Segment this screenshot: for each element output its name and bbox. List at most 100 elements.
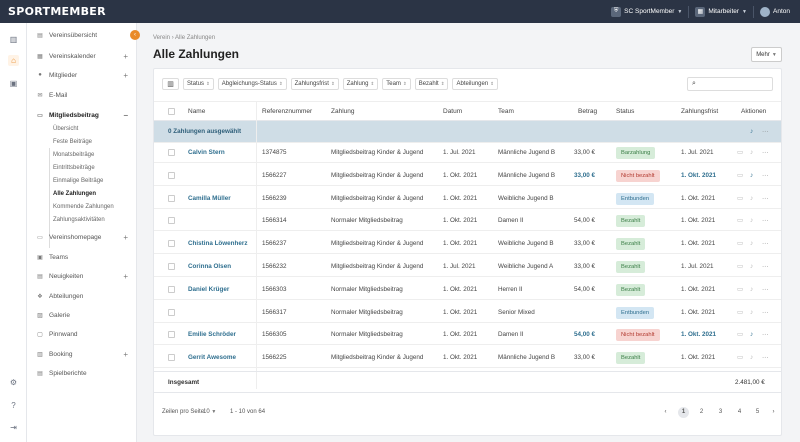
row-checkbox[interactable]	[168, 354, 175, 362]
col-name[interactable]: Name	[188, 102, 205, 122]
filter-team[interactable]: Team ⇕	[382, 78, 411, 90]
plus-icon[interactable]: +	[123, 233, 128, 242]
breadcrumb-verein[interactable]: Verein	[153, 35, 170, 41]
sidebar-item-neuigkeiten[interactable]: ▤ Neuigkeiten +	[27, 270, 137, 282]
paid-toggle-icon[interactable]: ▭	[737, 234, 743, 254]
app-logo[interactable]: SPORTMEMBER	[8, 5, 106, 18]
table-row[interactable]: Camilla Müller 1566239 Mitgliedsbeitrag Ki…	[154, 189, 781, 209]
sidebar-item-email[interactable]: ✉ E-Mail	[27, 89, 137, 101]
subnav-item-zahlungsaktivitaeten[interactable]: Zahlungsaktivitäten	[53, 217, 105, 223]
collapse-sidebar-button[interactable]: ‹	[130, 30, 140, 40]
bell-icon[interactable]: ♪	[750, 166, 753, 186]
sidebar-item-mitgliedsbeitrag[interactable]: ▭ Mitgliedsbeitrag −	[27, 109, 137, 121]
more-dots-icon[interactable]: ···	[762, 143, 769, 163]
help-icon[interactable]: ?	[8, 400, 19, 411]
paid-toggle-icon[interactable]: ▭	[737, 257, 743, 277]
table-row[interactable]: Chistina Löwenherz 1566237 Mitgliedsbeitra…	[154, 234, 781, 255]
more-dots-icon[interactable]: ···	[762, 257, 769, 277]
row-checkbox[interactable]	[168, 308, 175, 316]
filter-status[interactable]: Status ⇕	[183, 78, 214, 90]
minus-icon[interactable]: −	[123, 111, 128, 120]
more-dots-icon[interactable]: ···	[762, 121, 769, 143]
paid-toggle-icon[interactable]: ▭	[737, 143, 743, 163]
table-row[interactable]: Corinna Olsen 1566232 Mitgliedsbeitrag Kin…	[154, 257, 781, 277]
row-name[interactable]: Daniel Krüger	[188, 280, 229, 300]
more-dots-icon[interactable]: ···	[762, 325, 769, 345]
more-dots-icon[interactable]: ···	[762, 234, 769, 254]
sidebar-item-galerie[interactable]: ▨ Galerie	[27, 309, 137, 321]
filter-abgleichungs-status[interactable]: Abgleichungs-Status ⇕	[217, 78, 287, 90]
row-name[interactable]: Camilla Müller	[188, 189, 231, 209]
plus-icon[interactable]: +	[123, 71, 128, 80]
row-checkbox[interactable]	[168, 331, 175, 339]
row-checkbox[interactable]	[168, 217, 175, 225]
table-row[interactable]: 1566227 Mitgliedsbeitrag Kinder & Jugend 1…	[154, 166, 781, 186]
gear-icon[interactable]: ⚙	[8, 377, 19, 388]
more-dots-icon[interactable]: ···	[762, 280, 769, 300]
paid-toggle-icon[interactable]: ▭	[737, 303, 743, 323]
page-button-1[interactable]: 1	[678, 407, 689, 418]
plus-icon[interactable]: +	[123, 52, 128, 61]
row-checkbox[interactable]	[168, 171, 175, 179]
subnav-item-kommende-zahlungen[interactable]: Kommende Zahlungen	[53, 204, 114, 210]
row-checkbox[interactable]	[168, 263, 175, 270]
col-date[interactable]: Datum	[443, 102, 462, 122]
subnav-item-feste-beitraege[interactable]: Feste Beiträge	[53, 139, 92, 145]
col-ref[interactable]: Referenznummer	[262, 102, 312, 122]
table-row[interactable]: Emilie Schröder 1566305 Normaler Mitglieds…	[154, 325, 781, 346]
col-status[interactable]: Status	[616, 102, 634, 122]
paid-toggle-icon[interactable]: ▭	[737, 211, 743, 231]
sidebar-item-vereinshomepage[interactable]: ▭ Vereinshomepage +	[27, 231, 137, 243]
sidebar-item-abteilungen[interactable]: ❖ Abteilungen	[27, 290, 137, 302]
more-dots-icon[interactable]: ···	[762, 166, 769, 186]
table-row[interactable]: Daniel Krüger 1566303 Normaler Mitgliedsbe…	[154, 280, 781, 300]
col-team[interactable]: Team	[498, 102, 514, 122]
club-switcher[interactable]: ⛨ SC SportMember ▼	[611, 6, 682, 17]
sidebar-item-spielberichte[interactable]: ▤ Spielberichte	[27, 367, 137, 379]
more-dots-icon[interactable]: ···	[762, 211, 769, 231]
bell-icon[interactable]: ♪	[750, 143, 753, 163]
page-button-4[interactable]: 4	[734, 407, 745, 418]
subnav-item-eintrittsbeitraege[interactable]: Eintrittsbeiträge	[53, 165, 95, 171]
col-due[interactable]: Zahlungsfrist	[681, 102, 718, 122]
paid-toggle-icon[interactable]: ▭	[737, 280, 743, 300]
paid-toggle-icon[interactable]: ▭	[737, 166, 743, 186]
bell-icon[interactable]: ♪	[750, 189, 753, 209]
sidebar-item-vereinskalender[interactable]: ▦ Vereinskalender +	[27, 50, 137, 62]
home-icon[interactable]: ⌂	[8, 55, 19, 66]
page-button-5[interactable]: 5	[752, 407, 763, 418]
subnav-item-alle-zahlungen[interactable]: Alle Zahlungen	[53, 191, 96, 197]
row-checkbox[interactable]	[168, 194, 175, 202]
row-name[interactable]: Chistina Löwenherz	[188, 234, 247, 254]
search-input[interactable]	[698, 81, 769, 87]
subnav-item-monatsbeitraege[interactable]: Monatsbeiträge	[53, 152, 94, 158]
user-menu[interactable]: Anton	[760, 6, 790, 17]
role-switcher[interactable]: ▦ Mitarbeiter ▼	[695, 6, 747, 17]
prev-page-button[interactable]: ‹	[660, 407, 671, 418]
filter-abteilungen[interactable]: Abteilungen ⇕	[452, 78, 498, 90]
bell-icon[interactable]: ♪	[750, 303, 753, 323]
table-row[interactable]: Calvin Stern 1374875 Mitgliedsbeitrag Kind…	[154, 143, 781, 163]
gift-icon[interactable]: ▣	[8, 78, 19, 89]
subnav-item-einmalige-beitraege[interactable]: Einmalige Beiträge	[53, 178, 103, 184]
next-page-button[interactable]: ›	[768, 407, 779, 418]
plus-icon[interactable]: +	[123, 350, 128, 359]
select-all-checkbox[interactable]	[168, 108, 175, 115]
bell-icon[interactable]: ♪	[750, 211, 753, 231]
sidebar-item-pinnwand[interactable]: ▢ Pinnwand	[27, 328, 137, 340]
bell-icon[interactable]: ♪	[750, 348, 753, 368]
row-name[interactable]: Calvin Stern	[188, 143, 225, 163]
row-checkbox[interactable]	[168, 240, 175, 248]
col-amount[interactable]: Betrag	[578, 102, 597, 122]
row-name[interactable]: Corinna Olsen	[188, 257, 231, 277]
bell-icon[interactable]: ♪	[750, 257, 753, 277]
subnav-item-uebersicht[interactable]: Übersicht	[53, 126, 78, 132]
bell-icon[interactable]: ♪	[750, 280, 753, 300]
more-dots-icon[interactable]: ···	[762, 189, 769, 209]
more-dots-icon[interactable]: ···	[762, 303, 769, 323]
col-payment[interactable]: Zahlung	[331, 102, 355, 122]
sidebar-item-mitglieder[interactable]: ● Mitglieder +	[27, 69, 137, 81]
more-dots-icon[interactable]: ···	[762, 348, 769, 368]
sidebar-item-vereinsuebersicht[interactable]: ▤ Vereinsübersicht	[27, 29, 137, 41]
logout-icon[interactable]: ⇥	[8, 422, 19, 433]
